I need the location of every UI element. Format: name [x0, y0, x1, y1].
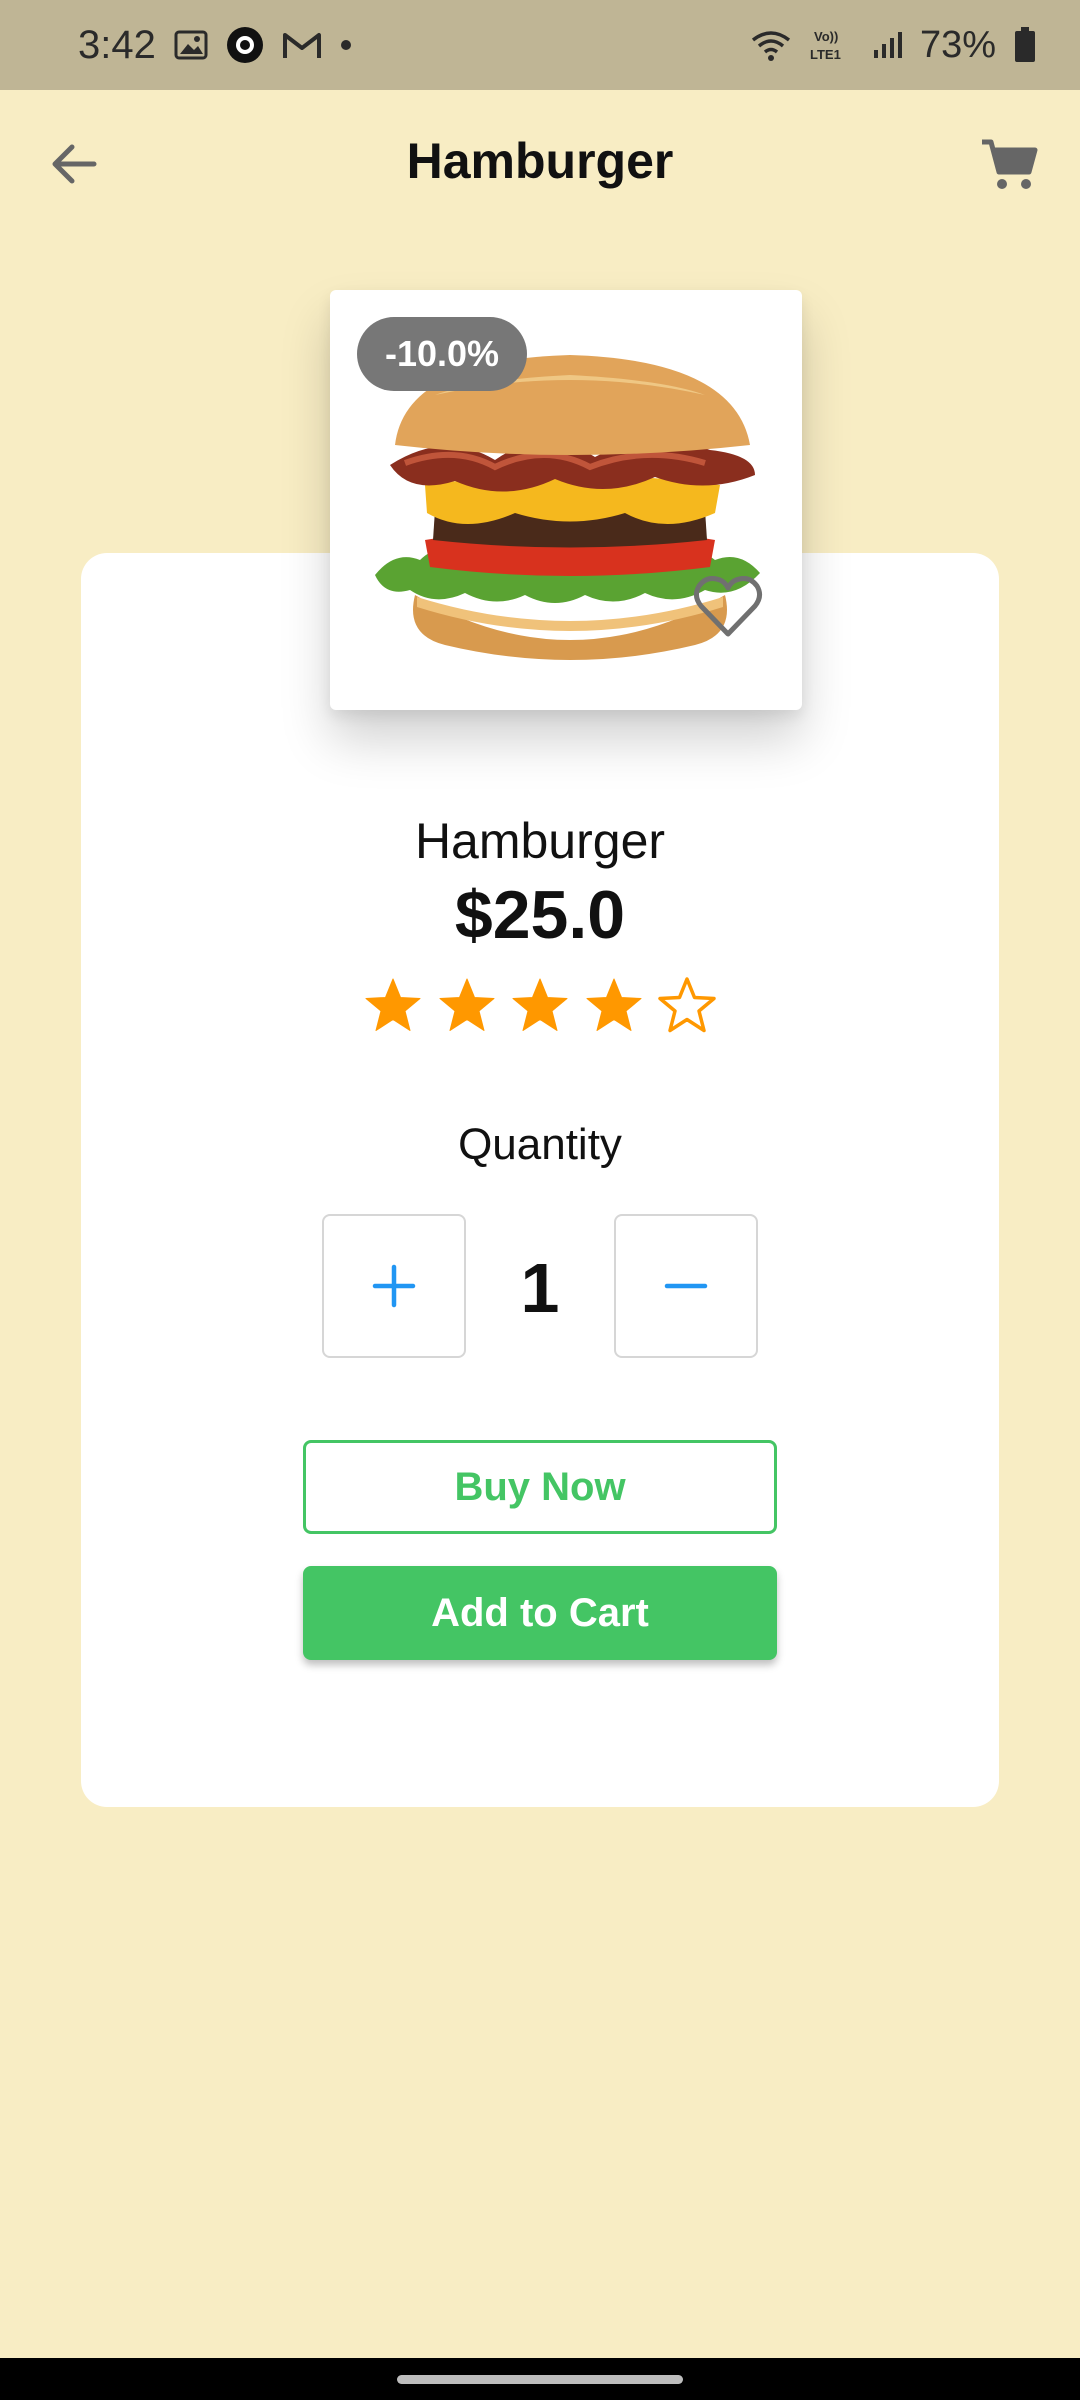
star-filled-icon: [583, 976, 645, 1038]
battery-percent: 73%: [919, 23, 996, 66]
svg-text:LTE1: LTE1: [810, 47, 841, 62]
minus-icon: [664, 1283, 708, 1289]
app-badge-icon: [226, 26, 264, 64]
page-title: Hamburger: [406, 133, 674, 189]
volte-icon: Vo)) LTE1: [810, 27, 854, 63]
home-gesture-bar[interactable]: [397, 2375, 683, 2384]
quantity-increase-button[interactable]: [322, 1214, 466, 1358]
status-left: 3:42: [78, 23, 352, 68]
svg-text:Vo)): Vo)): [814, 29, 838, 44]
star-outline-icon: [656, 976, 718, 1038]
heart-outline-icon: [693, 576, 763, 637]
wifi-icon: [750, 28, 792, 62]
quantity-value: 1: [520, 1249, 560, 1327]
star-filled-icon: [436, 976, 498, 1038]
star-filled-icon: [362, 976, 424, 1038]
battery-icon: [1014, 27, 1036, 63]
add-to-cart-button[interactable]: Add to Cart: [303, 1566, 777, 1660]
shopping-cart-icon: [982, 139, 1038, 189]
buy-now-button[interactable]: Buy Now: [303, 1440, 777, 1534]
discount-badge: -10.0%: [357, 317, 528, 391]
favorite-button[interactable]: [690, 572, 766, 642]
status-right: Vo)) LTE1 73%: [750, 24, 1036, 67]
quantity-label: Quantity: [458, 1120, 622, 1169]
gmail-icon: [282, 30, 322, 60]
status-bar: 3:42 Vo)) LTE1 73%: [0, 0, 1080, 90]
product-price: $25.0: [454, 877, 626, 953]
star-filled-icon: [509, 976, 571, 1038]
rating-stars: [362, 972, 718, 1042]
gallery-icon: [174, 30, 208, 60]
product-image-box: -10.0%: [330, 290, 802, 710]
dot-icon: [340, 39, 352, 51]
product-name: Hamburger: [414, 813, 666, 869]
system-nav-bar: [0, 2358, 1080, 2400]
status-time: 3:42: [78, 22, 156, 67]
cart-button[interactable]: [974, 130, 1044, 200]
quantity-decrease-button[interactable]: [614, 1214, 758, 1358]
signal-icon: [872, 30, 902, 60]
plus-icon: [372, 1264, 416, 1308]
app-bar: Hamburger: [0, 90, 1080, 240]
